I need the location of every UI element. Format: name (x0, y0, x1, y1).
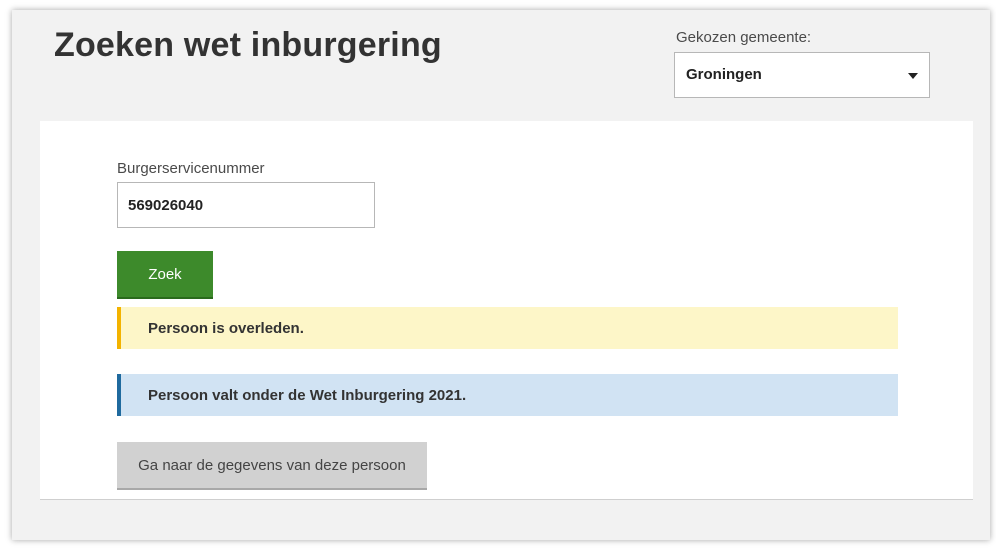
municipality-label: Gekozen gemeente: (676, 29, 812, 46)
app-window: Zoeken wet inburgering Gekozen gemeente:… (12, 10, 990, 540)
deceased-warning-alert: Persoon is overleden. (117, 307, 898, 349)
search-panel: Burgerservicenummer Zoek Persoon is over… (40, 121, 973, 500)
municipality-select[interactable]: Groningen (674, 52, 930, 98)
deceased-warning-text: Persoon is overleden. (148, 319, 304, 337)
law-info-text: Persoon valt onder de Wet Inburgering 20… (148, 386, 467, 404)
bsn-label: Burgerservicenummer (117, 160, 265, 177)
municipality-selected-value: Groningen (686, 66, 762, 83)
bsn-input[interactable] (117, 182, 375, 228)
search-button[interactable]: Zoek (117, 251, 213, 297)
page-title: Zoeken wet inburgering (54, 26, 442, 64)
go-to-person-details-button[interactable]: Ga naar de gegevens van deze persoon (117, 442, 427, 488)
caret-down-icon (908, 73, 918, 79)
law-info-alert: Persoon valt onder de Wet Inburgering 20… (117, 374, 898, 416)
